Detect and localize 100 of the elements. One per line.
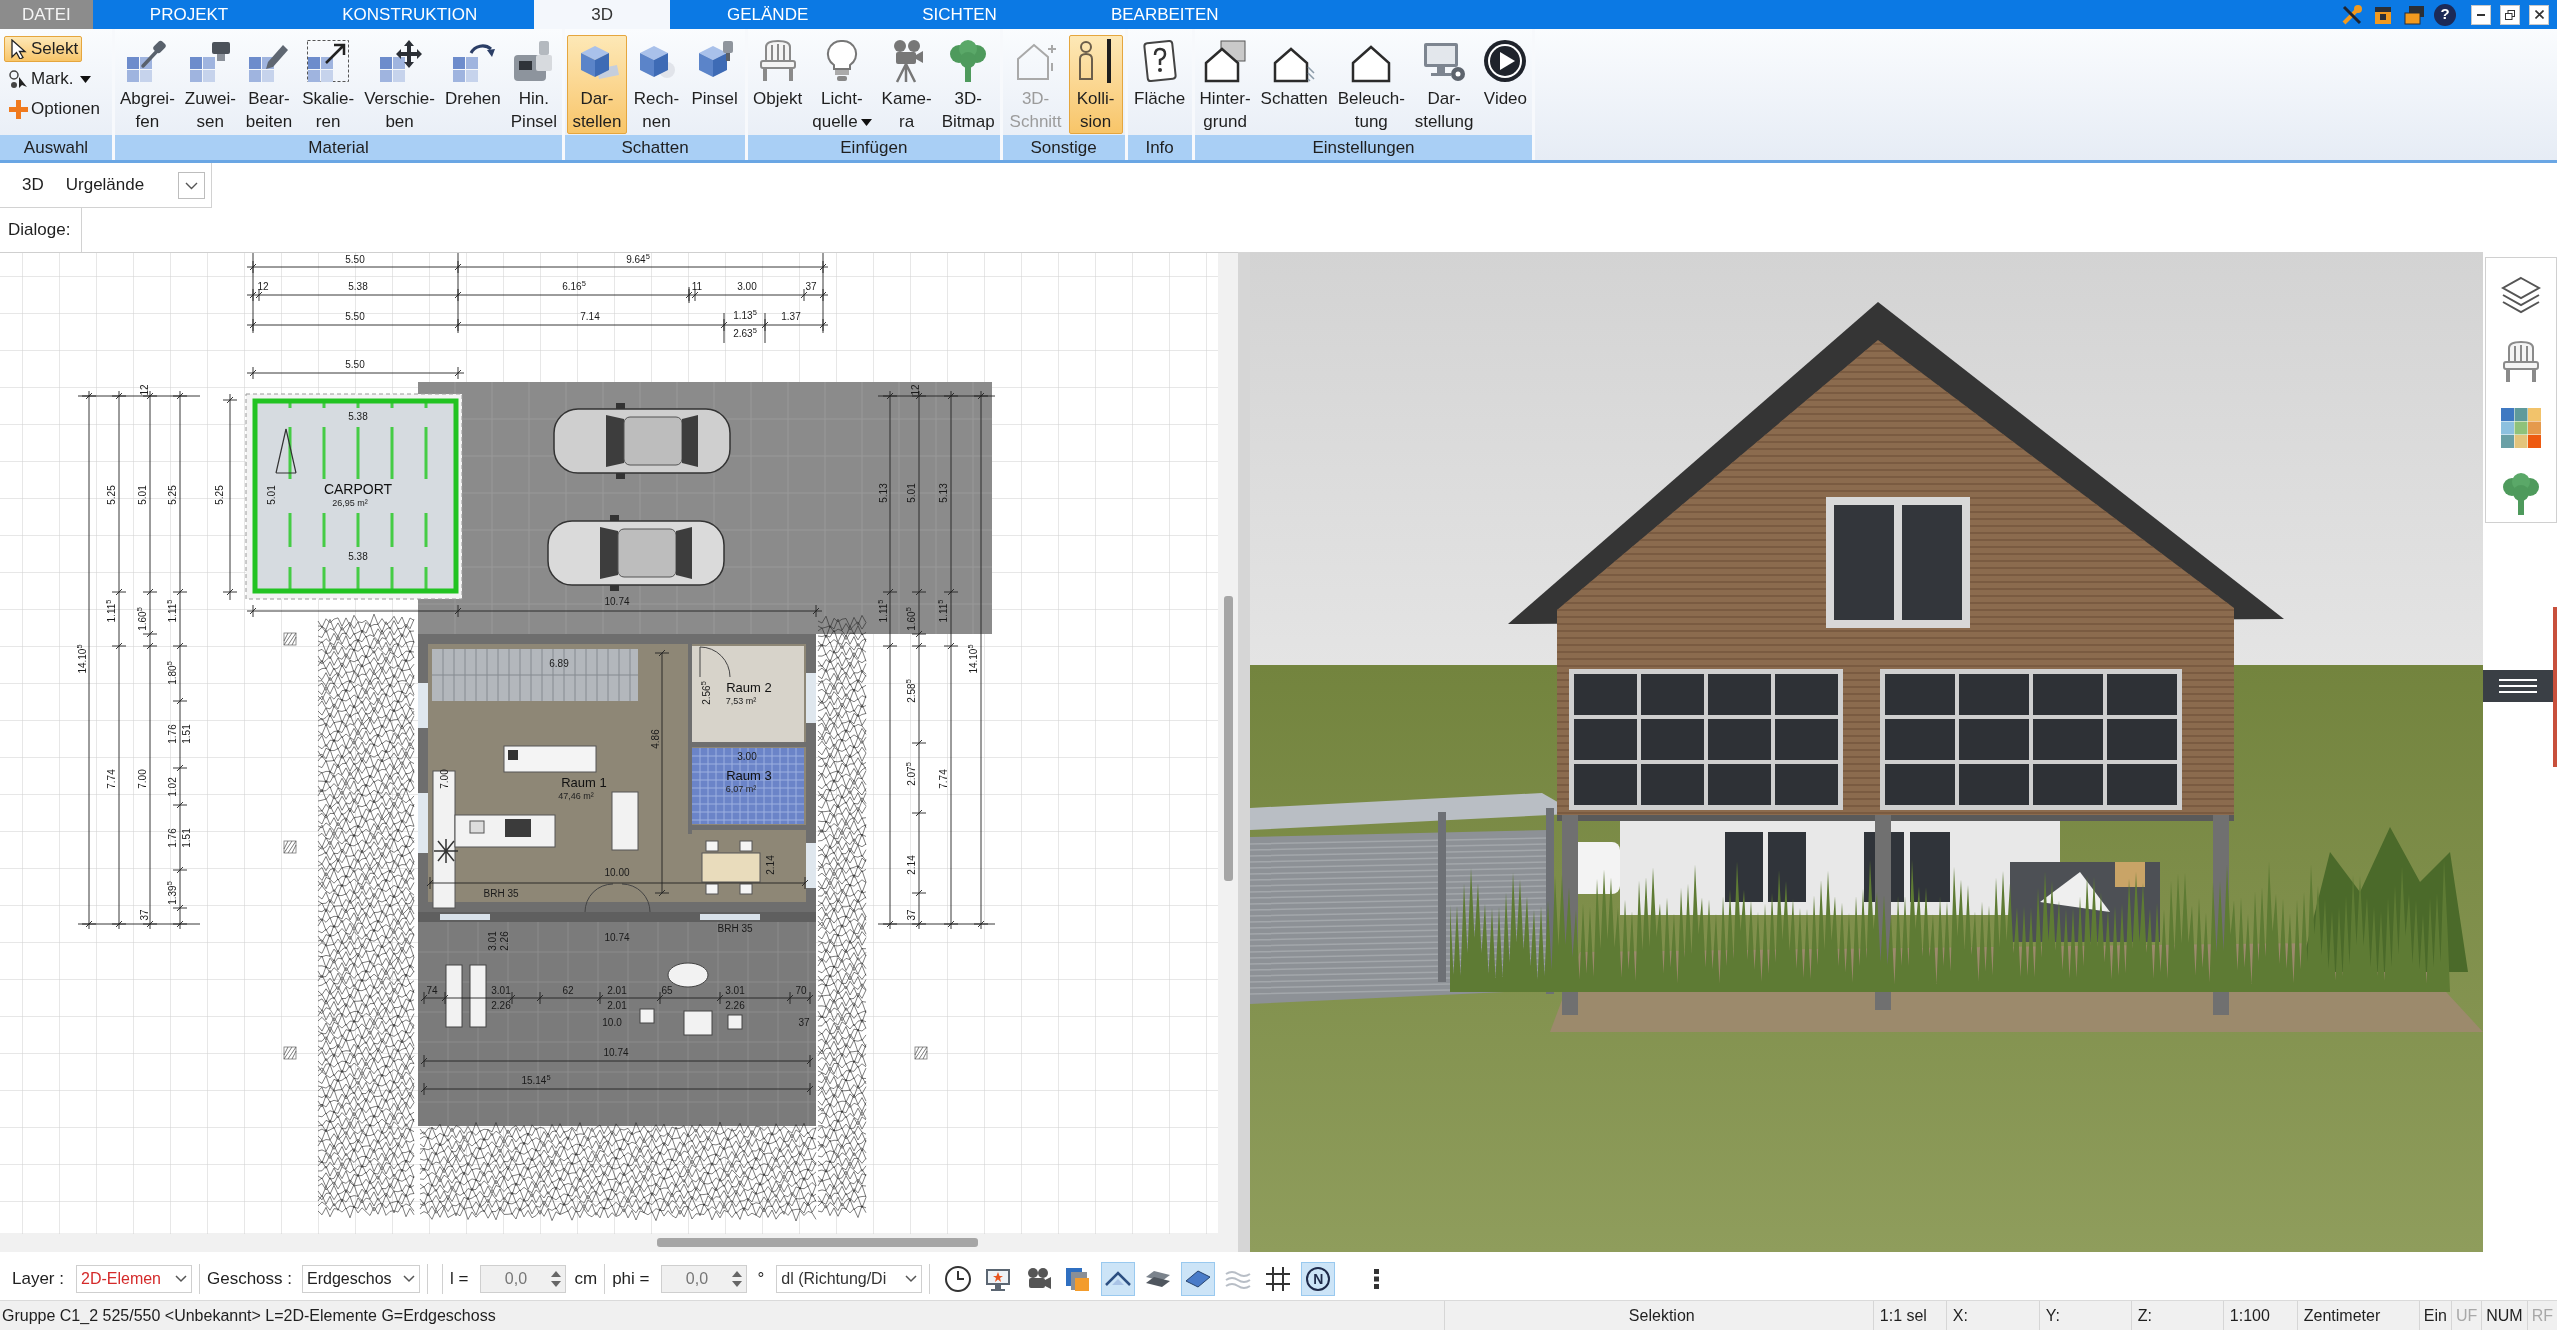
ribbon-button[interactable]: Kolli- sion: [1068, 35, 1123, 134]
ribbon-button[interactable]: Optionen: [4, 96, 104, 122]
dimension-label: 7.74: [939, 769, 949, 789]
floor-select[interactable]: Erdgeschos: [302, 1265, 421, 1293]
view-label: 3D: [22, 174, 44, 197]
ribbon-tab[interactable]: GELÄNDE: [670, 0, 866, 29]
chevron-down-icon: [175, 1275, 187, 1283]
menu-button[interactable]: [2483, 670, 2553, 702]
cursor-icon: [8, 39, 28, 59]
ribbon-button[interactable]: Verschie- ben: [359, 35, 440, 134]
dimension-label: 1.37: [781, 312, 801, 322]
ribbon-tab[interactable]: BEARBEITEN: [1053, 0, 1276, 29]
dimension-label: 5.25: [168, 485, 178, 505]
dimension-label: 5.50: [345, 312, 365, 322]
dimension-label: 2.14: [766, 855, 776, 875]
ribbon-button[interactable]: Selekt: [4, 36, 83, 62]
menu-icon: [2499, 678, 2537, 694]
dimension-label: 10.00: [604, 868, 630, 878]
dimension-label: BRH 35: [717, 924, 753, 934]
toolbar-button[interactable]: N: [1301, 1262, 1336, 1296]
dimension-label: 5.01: [138, 485, 148, 505]
status-field: 1:1 sel: [1872, 1301, 1946, 1330]
ribbon-button[interactable]: Skalie- ren: [297, 35, 360, 134]
ribbon-button[interactable]: 3D- Bitmap: [936, 35, 1000, 134]
toolbar-button[interactable]: [1181, 1262, 1216, 1296]
key-indicator: UF: [2450, 1301, 2482, 1330]
ribbon-button[interactable]: Mark.: [4, 66, 95, 92]
dimension-label: 5.50: [345, 360, 365, 370]
ribbon-button[interactable]: Pinsel: [686, 35, 743, 134]
ribbon-button[interactable]: Drehen: [440, 35, 506, 134]
horizontal-scrollbar[interactable]: [0, 1233, 1238, 1252]
unit-label: °: [757, 1268, 765, 1291]
room-name: Raum 2: [726, 680, 772, 694]
ribbon-button[interactable]: Fläche: [1129, 35, 1191, 134]
dimension-label: 65: [661, 986, 673, 996]
room-area: 47,46 m²: [558, 791, 594, 801]
dimension-label: 1.13$^{5}$: [733, 311, 757, 321]
spinner-arrows-icon: [550, 1269, 563, 1289]
hatch-symbol-icon: [283, 632, 297, 646]
ribbon-button[interactable]: Bear- beiten: [240, 35, 298, 134]
dimension-label: 7.74: [107, 769, 117, 789]
dimension-label: 3.01: [488, 931, 498, 951]
ribbon-button[interactable]: Hinter- grund: [1194, 35, 1256, 134]
scrollbar-thumb[interactable]: [657, 1238, 978, 1247]
dimension-label: 12: [911, 384, 921, 396]
dimension-label: 74: [426, 986, 438, 996]
dimension-label: 7.00: [440, 769, 450, 789]
color-swatches-icon[interactable]: [2501, 408, 2541, 448]
help-button[interactable]: ?: [2434, 3, 2456, 26]
close-icon: [2534, 10, 2544, 19]
scrollbar-thumb[interactable]: [1223, 596, 1233, 881]
dimension-label: 2.63$^{5}$: [733, 329, 757, 339]
minimize-button[interactable]: [2471, 4, 2491, 25]
close-button[interactable]: [2529, 4, 2549, 25]
ribbon-tab[interactable]: KONSTRUKTION: [285, 0, 535, 29]
ribbon-tab[interactable]: PROJEKT: [92, 0, 286, 29]
dimension-label: 9.64$^{5}$: [626, 255, 650, 265]
layers-icon[interactable]: [2501, 276, 2541, 316]
ribbon-button[interactable]: Dar- stellen: [567, 35, 627, 134]
dimension-label: 4.86: [651, 729, 661, 749]
group-label: Auswahl: [0, 135, 112, 160]
dimension-label: 1.76: [168, 828, 178, 848]
ribbon-button[interactable]: Schatten: [1255, 35, 1333, 134]
ribbon-button[interactable]: Beleuch- tung: [1332, 35, 1410, 134]
ribbon-button[interactable]: Dar- stellung: [1409, 35, 1479, 134]
dimension-label: 5.01: [907, 483, 917, 503]
tools-icon[interactable]: [2341, 3, 2363, 26]
floor-label: Geschoss :: [207, 1268, 293, 1291]
dimension-label: 1.51: [182, 724, 192, 744]
direction-select[interactable]: dl (Richtung/Di: [776, 1265, 923, 1293]
ribbon-button[interactable]: Zuwei- sen: [179, 35, 241, 134]
ribbon-button[interactable]: Abgrei- fen: [115, 35, 180, 134]
ribbon-tab[interactable]: SICHTEN: [865, 0, 1054, 29]
room-name: Raum 3: [726, 768, 772, 782]
ribbon-button[interactable]: Licht- quelle: [807, 35, 877, 134]
ribbon-button[interactable]: Video: [1478, 35, 1533, 134]
toolbar-button[interactable]: [1101, 1262, 1136, 1296]
unit-label: cm: [574, 1268, 598, 1291]
dimension-label: 3.01: [725, 986, 745, 996]
dimension-label: 2.26: [725, 1001, 745, 1011]
vertical-scrollbar[interactable]: [1218, 253, 1238, 1233]
ribbon-tab[interactable]: 3D: [534, 0, 670, 29]
group-label: Material: [115, 135, 563, 160]
dimension-label: 5.25: [215, 485, 225, 505]
terrain-select[interactable]: Urgelände: [65, 171, 205, 199]
key-indicator: Ein: [2418, 1301, 2451, 1330]
dimension-label: 5.25: [107, 485, 117, 505]
length-label: l =: [450, 1268, 469, 1291]
dimension-label: 12: [257, 282, 269, 292]
dimension-label: 2.01: [607, 986, 627, 996]
ribbon-button[interactable]: Rech- nen: [628, 35, 685, 134]
dimension-label: 5.50: [345, 255, 365, 265]
restore-button[interactable]: [2500, 4, 2520, 25]
ribbon-button[interactable]: Hin. Pinsel: [505, 35, 563, 134]
ribbon-button[interactable]: Kame- ra: [876, 35, 937, 134]
dimension-label: 2.14: [907, 855, 917, 875]
windows-icon[interactable]: [2403, 3, 2425, 26]
ribbon-button[interactable]: Objekt: [748, 35, 808, 134]
layer-select[interactable]: 2D-Elemen: [76, 1265, 192, 1293]
group-label: Schatten: [565, 135, 746, 160]
